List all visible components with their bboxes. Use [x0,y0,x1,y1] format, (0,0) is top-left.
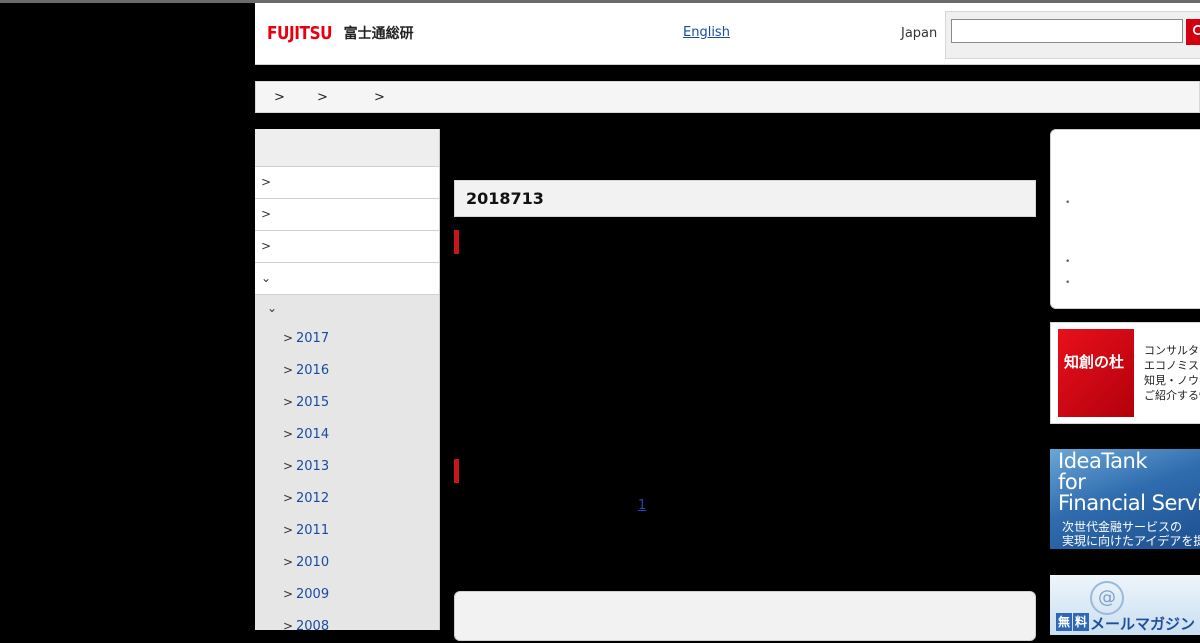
search-input[interactable] [951,19,1183,43]
nav-year-2008[interactable]: >2008 [255,611,439,643]
nav-year-2016[interactable]: >2016 [255,355,439,387]
list-bullet: • [1065,257,1071,267]
breadcrumb-separator: > [317,90,328,105]
chevron-right-icon: > [283,587,294,601]
chevron-right-icon: > [283,491,294,505]
banner-line: 知見・ノウハ [1144,374,1200,387]
year-label: 2015 [296,395,330,410]
banner-line: ご紹介する情 [1144,389,1200,402]
content-box [454,591,1036,641]
free-tag: 無 [1056,613,1072,631]
nav-item[interactable]: > [255,231,439,263]
year-label: 2010 [296,555,330,570]
site-logo[interactable]: FUJITSU 富士通総研 [267,17,414,49]
chevron-down-icon: ⌄ [267,301,278,315]
nav-year-2013[interactable]: >2013 [255,451,439,483]
banner-title: 知創の杜 [1064,353,1125,371]
search-icon [1192,24,1200,35]
nav-year-2011[interactable]: >2011 [255,515,439,547]
region-label: Japan [901,26,938,41]
list-bullet: • [1065,198,1071,208]
search-box [945,11,1200,59]
english-link[interactable]: English [683,25,730,40]
chevron-right-icon: > [261,239,272,253]
nav-year-2012[interactable]: >2012 [255,483,439,515]
chevron-right-icon: > [283,459,294,473]
chevron-right-icon: > [283,363,294,377]
year-label: 2014 [296,427,330,442]
pagination-link[interactable]: 1 [638,498,646,513]
nav-item[interactable]: > [255,167,439,199]
free-tag: 料 [1073,613,1089,631]
breadcrumb-separator: > [374,90,385,105]
chevron-right-icon: > [283,523,294,537]
year-label: 2013 [296,459,330,474]
chevron-right-icon: > [283,331,294,345]
chevron-down-icon: ⌄ [261,271,272,285]
banner-text: メールマガジン [1090,615,1196,633]
nav-item[interactable]: > [255,199,439,231]
banner-logo-block: 知創の杜 [1058,329,1134,417]
ideatank-banner[interactable]: IdeaTank for Financial Servic 次世代金融サービスの… [1050,449,1200,549]
banner-subtext: 次世代金融サービスの 実現に向けたアイデアを提 [1062,520,1200,548]
nav-year-2017[interactable]: >2017 [255,323,439,355]
chevron-right-icon: > [261,175,272,189]
nav-header [255,129,439,167]
nav-year-2014[interactable]: >2014 [255,419,439,451]
year-label: 2017 [296,331,330,346]
banner-line: IdeaTank [1058,449,1148,473]
year-label: 2016 [296,363,330,378]
breadcrumb-separator: > [274,90,285,105]
chevron-right-icon: > [283,427,294,441]
nav-subgroup-expanded[interactable]: ⌄ [255,295,439,323]
banner-line: コンサルタン [1144,344,1200,357]
banner-line: 実現に向けたアイデアを提 [1062,534,1200,548]
fri-logo-text: 富士通総研 [343,26,414,42]
chisou-no-mori-banner[interactable]: 知創の杜 コンサルタン エコノミス 知見・ノウハ ご紹介する情 [1050,322,1200,424]
banner-line: for [1058,470,1086,494]
banner-line: エコノミス [1144,359,1199,372]
section-heading-marker [454,459,459,483]
left-navigation: > > > ⌄ ⌄ >2017 >2016 >2015 >2014 >2013 … [255,129,440,634]
nav-year-2015[interactable]: >2015 [255,387,439,419]
site-header: FUJITSU 富士通総研 English Japan [255,3,1200,65]
chevron-right-icon: > [283,395,294,409]
year-label: 2012 [296,491,330,506]
mail-icon: @ [1090,581,1124,615]
section-heading-marker [454,230,459,254]
fujitsu-logo-text: FUJITSU [267,22,333,44]
right-info-panel: • • • [1050,129,1200,309]
nav-item-expanded[interactable]: ⌄ [255,263,439,295]
breadcrumb: > > > [255,81,1200,113]
list-bullet: • [1065,278,1071,288]
year-label: 2011 [296,523,330,538]
page-title-box: 2018713 [454,180,1036,217]
nav-year-2009[interactable]: >2009 [255,579,439,611]
mail-magazine-banner[interactable]: @ 無 料 メールマガジン [1050,575,1200,635]
search-button[interactable] [1186,19,1200,45]
banner-description: コンサルタン エコノミス 知見・ノウハ ご紹介する情 [1144,343,1200,403]
chevron-right-icon: > [283,619,294,633]
year-label: 2008 [296,619,330,634]
banner-line: Financial Servic [1058,491,1200,515]
banner-line: 次世代金融サービスの [1062,520,1183,534]
chevron-right-icon: > [261,207,272,221]
chevron-right-icon: > [283,555,294,569]
year-label: 2009 [296,587,330,602]
nav-year-2010[interactable]: >2010 [255,547,439,579]
banner-headline: IdeaTank for Financial Servic [1058,451,1200,514]
page-title: 2018713 [466,189,544,208]
